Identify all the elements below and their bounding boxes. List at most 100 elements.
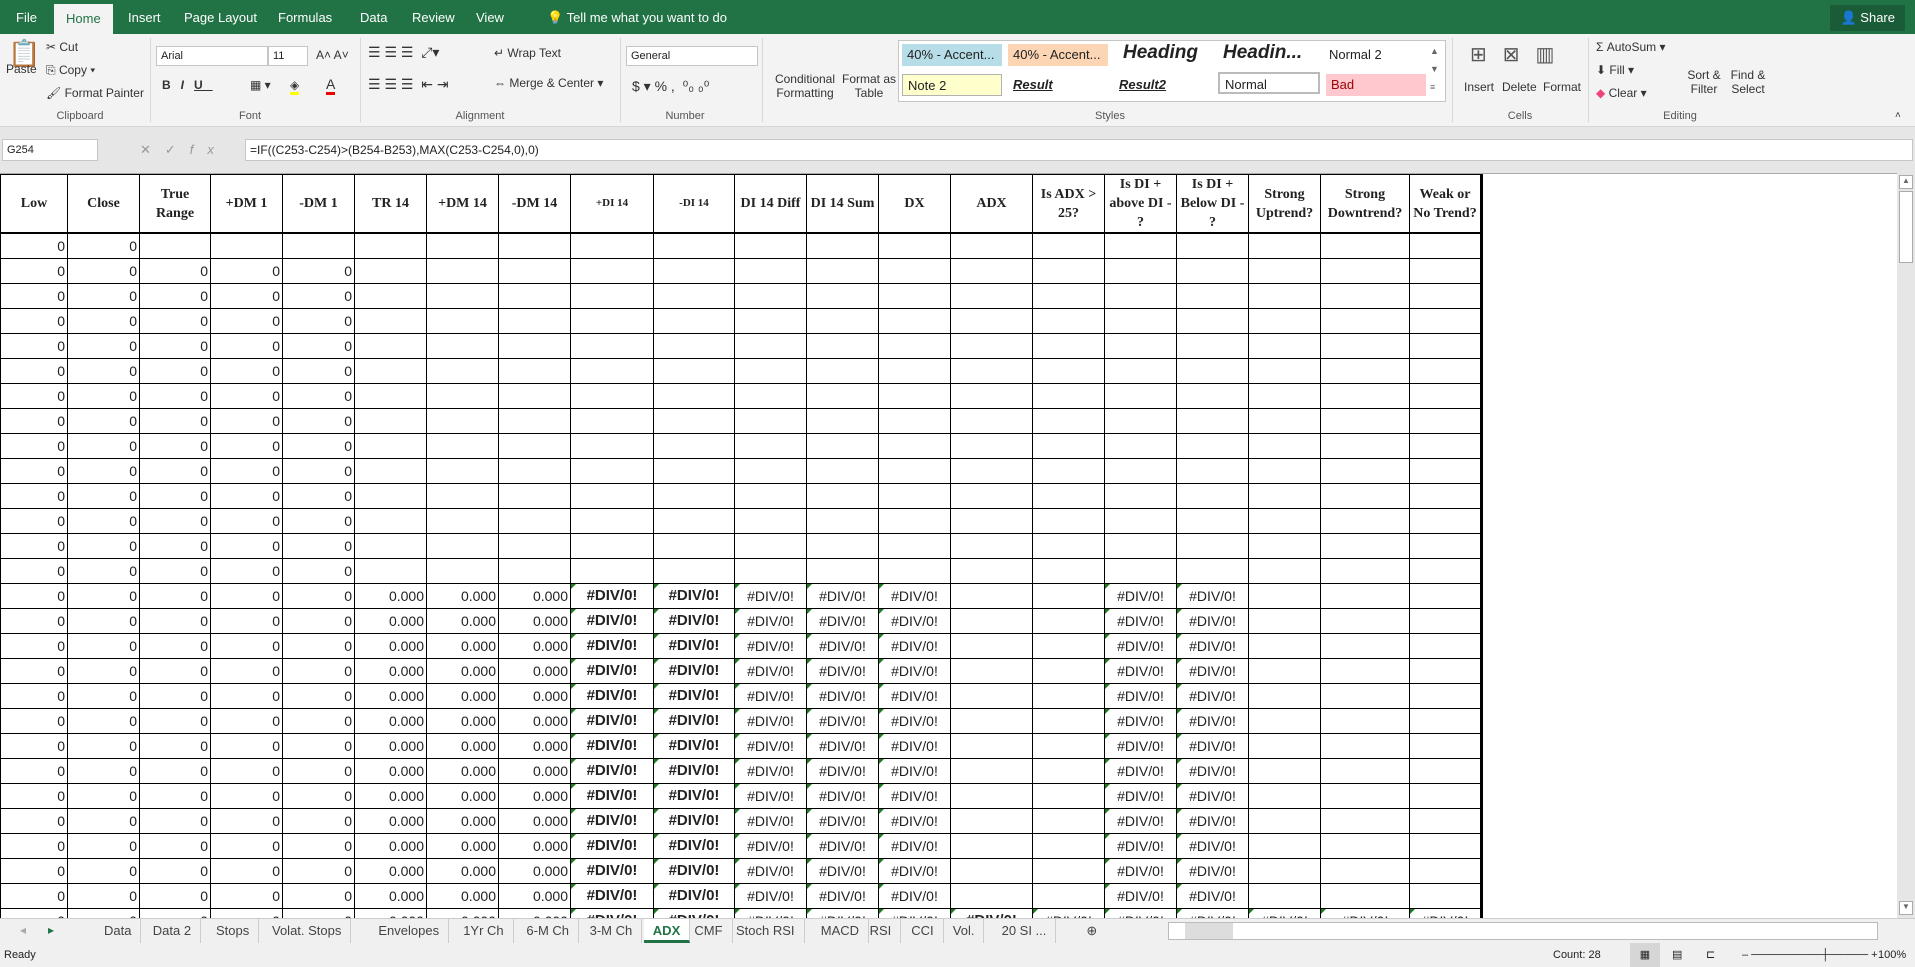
cell[interactable]: #DIV/0! <box>1104 657 1177 684</box>
cell[interactable] <box>1032 257 1105 284</box>
cell[interactable]: 0 <box>210 907 283 918</box>
cell[interactable] <box>1320 257 1410 284</box>
cell[interactable] <box>653 307 735 334</box>
cell[interactable]: 0 <box>139 657 211 684</box>
cell[interactable] <box>1032 482 1105 509</box>
cell[interactable]: 0 <box>210 807 283 834</box>
cell[interactable] <box>498 432 571 459</box>
cell[interactable]: 0 <box>67 682 140 709</box>
cell[interactable] <box>1104 407 1177 434</box>
cell[interactable]: #DIV/0! <box>653 807 735 834</box>
column-header[interactable]: Strong Uptrend? <box>1248 174 1321 234</box>
style-40-accent-2[interactable]: 40% - Accent... <box>1008 44 1108 66</box>
cell[interactable] <box>354 232 427 259</box>
cell[interactable]: 0 <box>67 257 140 284</box>
cell[interactable]: 0 <box>139 532 211 559</box>
column-header[interactable]: -DM 14 <box>498 174 571 234</box>
cell[interactable]: #DIV/0! <box>570 882 654 909</box>
cell[interactable] <box>1176 282 1249 309</box>
cell[interactable] <box>570 282 654 309</box>
column-header[interactable]: +DM 1 <box>210 174 283 234</box>
cell[interactable]: 0.000 <box>498 732 571 759</box>
cell[interactable] <box>950 757 1033 784</box>
cell[interactable] <box>1248 232 1321 259</box>
column-header[interactable]: +DM 14 <box>426 174 499 234</box>
cell[interactable] <box>653 432 735 459</box>
cell[interactable] <box>426 482 499 509</box>
cell[interactable] <box>734 432 807 459</box>
cell[interactable] <box>498 382 571 409</box>
cell[interactable] <box>1248 582 1321 609</box>
cell[interactable] <box>1104 257 1177 284</box>
cell[interactable] <box>1409 657 1483 684</box>
fill-color-icon[interactable]: ◈ <box>290 78 300 95</box>
cell[interactable] <box>950 357 1033 384</box>
cell[interactable] <box>950 507 1033 534</box>
cell[interactable]: 0 <box>139 507 211 534</box>
cell[interactable]: 0 <box>282 732 355 759</box>
merge-center-button[interactable]: ⇔ Merge & Center ▾ <box>494 76 603 90</box>
cell[interactable]: 0 <box>0 657 68 684</box>
cell[interactable] <box>1320 532 1410 559</box>
cell[interactable]: 0 <box>67 232 140 259</box>
cell[interactable] <box>570 507 654 534</box>
cell[interactable]: 0 <box>210 882 283 909</box>
format-painter-button[interactable]: 🖌 Format Painter <box>46 86 144 100</box>
cell[interactable]: #DIV/0! <box>1104 607 1177 634</box>
cell[interactable]: #DIV/0! <box>570 582 654 609</box>
borders-icon[interactable]: ▦ ▾ <box>250 78 271 92</box>
cell[interactable] <box>1032 882 1105 909</box>
cell[interactable] <box>878 532 951 559</box>
cell[interactable]: #DIV/0! <box>734 857 807 884</box>
cell[interactable] <box>806 432 879 459</box>
sheet-tab[interactable]: Data 2 <box>144 919 202 943</box>
cell[interactable] <box>1104 507 1177 534</box>
cell[interactable]: 0 <box>0 282 68 309</box>
cell[interactable] <box>1176 432 1249 459</box>
cell[interactable]: #DIV/0! <box>878 732 951 759</box>
cell[interactable] <box>570 482 654 509</box>
sheet-tab[interactable]: Data <box>95 919 142 943</box>
cell[interactable] <box>950 657 1033 684</box>
cell[interactable]: 0 <box>282 682 355 709</box>
cell[interactable] <box>1032 507 1105 534</box>
cell[interactable]: 0 <box>210 357 283 384</box>
cell[interactable] <box>1320 557 1410 584</box>
cell[interactable] <box>1248 807 1321 834</box>
column-header[interactable]: DX <box>878 174 951 234</box>
insert-cells-button[interactable]: Insert <box>1464 80 1494 94</box>
cell[interactable] <box>1409 607 1483 634</box>
cell[interactable]: #DIV/0! <box>734 782 807 809</box>
cell[interactable]: 0 <box>67 382 140 409</box>
cell[interactable]: #DIV/0! <box>1104 832 1177 859</box>
cell[interactable]: 0.000 <box>498 782 571 809</box>
style-normal[interactable]: Normal <box>1218 72 1320 94</box>
cell[interactable]: 0 <box>0 757 68 784</box>
cell[interactable]: #DIV/0! <box>570 607 654 634</box>
cell[interactable] <box>734 507 807 534</box>
cell[interactable]: 0.000 <box>498 882 571 909</box>
cell[interactable] <box>1104 282 1177 309</box>
cell[interactable] <box>1320 457 1410 484</box>
style-bad[interactable]: Bad <box>1326 74 1426 96</box>
cell[interactable] <box>734 457 807 484</box>
cell[interactable]: #DIV/0! <box>570 807 654 834</box>
cell[interactable]: 0 <box>0 357 68 384</box>
ribbon-tab-file[interactable]: File <box>4 0 49 34</box>
cell[interactable] <box>1409 257 1483 284</box>
cell[interactable] <box>1032 832 1105 859</box>
sheet-tab[interactable]: CCI <box>902 919 944 943</box>
styles-scroll-icons[interactable]: ▲ ▼ ≡ <box>1430 42 1439 96</box>
cell[interactable]: 0 <box>67 307 140 334</box>
cell[interactable] <box>878 407 951 434</box>
cell[interactable]: 0 <box>210 382 283 409</box>
cell[interactable] <box>878 432 951 459</box>
cell[interactable]: 0 <box>0 432 68 459</box>
cell[interactable]: #DIV/0! <box>734 882 807 909</box>
cell[interactable]: 0 <box>210 582 283 609</box>
cell[interactable]: 0 <box>210 257 283 284</box>
cell[interactable] <box>950 607 1033 634</box>
cell[interactable]: 0.000 <box>426 657 499 684</box>
cell[interactable]: 0 <box>282 607 355 634</box>
cell[interactable] <box>1248 432 1321 459</box>
